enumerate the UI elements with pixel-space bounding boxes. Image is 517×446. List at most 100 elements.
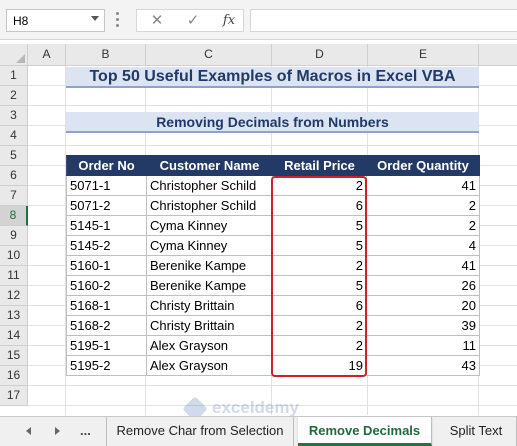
order-no-cell[interactable]: 5071-1 [66, 175, 147, 196]
order-no-cell[interactable]: 5071-2 [66, 195, 147, 216]
order-no-cell[interactable]: 5160-1 [66, 255, 147, 276]
sheet-tab-bar: ... Remove Char from Selection Remove De… [0, 416, 517, 446]
header-order-quantity[interactable]: Order Quantity [366, 155, 480, 176]
customer-name-cell[interactable]: Berenike Kampe [146, 275, 273, 296]
order-quantity-cell[interactable]: 20 [366, 295, 480, 316]
row-header-7[interactable]: 7 [0, 186, 28, 206]
retail-price-cell[interactable]: 5 [272, 215, 367, 236]
order-no-cell[interactable]: 5168-1 [66, 295, 147, 316]
order-no-cell[interactable]: 5160-2 [66, 275, 147, 296]
header-customer-name[interactable]: Customer Name [146, 155, 273, 176]
tab-split-text[interactable]: Split Text [436, 417, 517, 446]
orders-table: Order No Customer Name Retail Price Orde… [66, 155, 480, 376]
order-quantity-cell[interactable]: 41 [366, 255, 480, 276]
table-row: 5195-1 Alex Grayson 2 11 [66, 335, 480, 356]
retail-price-cell[interactable]: 6 [272, 295, 367, 316]
customer-name-cell[interactable]: Christy Brittain [146, 295, 273, 316]
row-header-11[interactable]: 11 [0, 266, 28, 286]
row-header-16[interactable]: 16 [0, 366, 28, 386]
customer-name-cell[interactable]: Alex Grayson [146, 335, 273, 356]
name-box-value: H8 [13, 14, 29, 28]
row-header-2[interactable]: 2 [0, 86, 28, 106]
insert-function-icon[interactable]: fx [217, 11, 241, 30]
order-no-cell[interactable]: 5145-1 [66, 215, 147, 236]
retail-price-cell[interactable]: 2 [272, 315, 367, 336]
table-row: 5145-1 Cyma Kinney 5 2 [66, 215, 480, 236]
row-header-1[interactable]: 1 [0, 66, 28, 86]
retail-price-cell[interactable]: 6 [272, 195, 367, 216]
order-quantity-cell[interactable]: 26 [366, 275, 480, 296]
row-header-15[interactable]: 15 [0, 346, 28, 366]
row-header-10[interactable]: 10 [0, 246, 28, 266]
order-quantity-cell[interactable]: 41 [366, 175, 480, 196]
column-header-d[interactable]: D [272, 44, 368, 66]
order-no-cell[interactable]: 5168-2 [66, 315, 147, 336]
customer-name-cell[interactable]: Cyma Kinney [146, 235, 273, 256]
select-all-icon [16, 54, 25, 63]
order-no-cell[interactable]: 5145-2 [66, 235, 147, 256]
customer-name-cell[interactable]: Christopher Schild [146, 195, 273, 216]
retail-price-cell[interactable]: 2 [272, 335, 367, 356]
header-order-no[interactable]: Order No [66, 155, 147, 176]
customer-name-cell[interactable]: Alex Grayson [146, 355, 273, 376]
retail-price-cell[interactable]: 2 [272, 255, 367, 276]
row-header-5[interactable]: 5 [0, 146, 28, 166]
row-header-17[interactable]: 17 [0, 386, 28, 406]
row-header-6[interactable]: 6 [0, 166, 28, 186]
order-quantity-cell[interactable]: 39 [366, 315, 480, 336]
retail-price-cell[interactable]: 2 [272, 175, 367, 196]
column-header-c[interactable]: C [146, 44, 272, 66]
row-header-4[interactable]: 4 [0, 126, 28, 146]
customer-name-cell[interactable]: Cyma Kinney [146, 215, 273, 236]
row-header-8[interactable]: 8 [0, 206, 28, 226]
table-header-row: Order No Customer Name Retail Price Orde… [66, 155, 480, 176]
column-header-a[interactable]: A [28, 44, 66, 66]
column-header-b[interactable]: B [66, 44, 146, 66]
sheet-subtitle[interactable]: Removing Decimals from Numbers [66, 112, 479, 133]
order-quantity-cell[interactable]: 43 [366, 355, 480, 376]
order-no-cell[interactable]: 5195-1 [66, 335, 147, 356]
name-box[interactable]: H8 [6, 9, 105, 32]
order-quantity-cell[interactable]: 4 [366, 235, 480, 256]
retail-price-cell[interactable]: 19 [272, 355, 367, 376]
gridline-horizontal [28, 405, 517, 406]
sheet-title[interactable]: Top 50 Useful Examples of Macros in Exce… [66, 67, 479, 88]
gridline-horizontal [28, 145, 517, 146]
customer-name-cell[interactable]: Christy Brittain [146, 315, 273, 336]
cancel-icon[interactable]: ✕ [145, 11, 169, 30]
column-header-e[interactable]: E [368, 44, 479, 66]
table-row: 5071-1 Christopher Schild 2 41 [66, 175, 480, 196]
chevron-down-icon[interactable] [91, 16, 99, 21]
order-quantity-cell[interactable]: 2 [366, 195, 480, 216]
retail-price-cell[interactable]: 5 [272, 275, 367, 296]
select-all-corner[interactable] [0, 44, 28, 66]
scroll-tabs-right-icon[interactable] [55, 427, 60, 435]
row-header-3[interactable]: 3 [0, 106, 28, 126]
table-row: 5145-2 Cyma Kinney 5 4 [66, 235, 480, 256]
more-options-icon[interactable] [116, 12, 120, 28]
gridline-horizontal [28, 385, 517, 386]
header-retail-price[interactable]: Retail Price [272, 155, 367, 176]
table-row: 5071-2 Christopher Schild 6 2 [66, 195, 480, 216]
order-quantity-cell[interactable]: 11 [366, 335, 480, 356]
order-no-cell[interactable]: 5195-2 [66, 355, 147, 376]
retail-price-cell[interactable]: 5 [272, 235, 367, 256]
tab-remove-decimals[interactable]: Remove Decimals [298, 417, 432, 446]
more-tabs-button[interactable]: ... [80, 423, 91, 438]
watermark-name: exceldemy [212, 398, 299, 417]
formula-input[interactable] [250, 9, 517, 32]
row-header-12[interactable]: 12 [0, 286, 28, 306]
row-header-14[interactable]: 14 [0, 326, 28, 346]
enter-icon[interactable]: ✓ [181, 11, 205, 30]
customer-name-cell[interactable]: Christopher Schild [146, 175, 273, 196]
row-header-13[interactable]: 13 [0, 306, 28, 326]
customer-name-cell[interactable]: Berenike Kampe [146, 255, 273, 276]
tab-remove-char-from-selection[interactable]: Remove Char from Selection [106, 417, 294, 446]
formula-bar: H8 ✕ ✓ fx [0, 0, 517, 40]
table-row: 5195-2 Alex Grayson 19 43 [66, 355, 480, 376]
table-row: 5168-2 Christy Brittain 2 39 [66, 315, 480, 336]
scroll-tabs-left-icon[interactable] [26, 427, 31, 435]
gridline-horizontal [28, 105, 517, 106]
row-header-9[interactable]: 9 [0, 226, 28, 246]
order-quantity-cell[interactable]: 2 [366, 215, 480, 236]
